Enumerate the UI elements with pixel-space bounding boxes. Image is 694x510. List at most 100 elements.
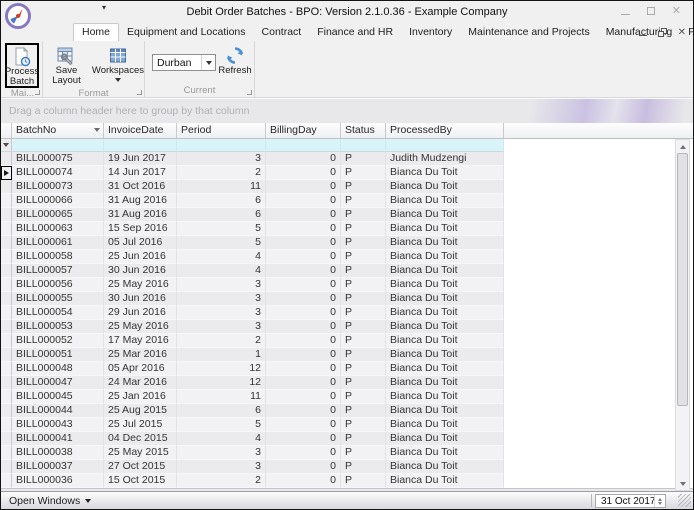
cell-status[interactable]: P	[341, 334, 386, 348]
cell-invoicedate[interactable]: 25 Mar 2016	[104, 348, 177, 362]
row-indicator-cell[interactable]	[1, 236, 12, 250]
cell-invoicedate[interactable]: 25 Jul 2015	[104, 418, 177, 432]
site-combobox[interactable]: Durban	[152, 54, 216, 71]
cell-billingday[interactable]: 0	[266, 166, 341, 180]
cell-billingday[interactable]: 0	[266, 474, 341, 488]
cell-processedby[interactable]: Bianca Du Toit	[386, 362, 504, 376]
cell-period[interactable]: 12	[177, 376, 266, 390]
vertical-scrollbar[interactable]	[675, 139, 690, 491]
cell-period[interactable]: 6	[177, 208, 266, 222]
cell-billingday[interactable]: 0	[266, 362, 341, 376]
dialog-launcher-icon[interactable]	[247, 90, 252, 95]
row-indicator-cell[interactable]	[1, 222, 12, 236]
cell-period[interactable]: 4	[177, 432, 266, 446]
table-row[interactable]: BILL00005730 Jun 201640PBianca Du Toit	[1, 264, 693, 278]
cell-billingday[interactable]: 0	[266, 152, 341, 166]
cell-processedby[interactable]: Judith Mudzengi	[386, 152, 504, 166]
row-indicator-cell[interactable]	[1, 474, 12, 488]
cell-processedby[interactable]: Bianca Du Toit	[386, 166, 504, 180]
column-header-invoicedate[interactable]: InvoiceDate	[104, 123, 177, 138]
cell-billingday[interactable]: 0	[266, 432, 341, 446]
row-indicator-cell[interactable]	[1, 348, 12, 362]
cell-status[interactable]: P	[341, 320, 386, 334]
column-filter-dropdown-icon[interactable]	[94, 128, 100, 132]
cell-period[interactable]: 4	[177, 264, 266, 278]
refresh-button[interactable]: Refresh	[218, 43, 252, 76]
cell-invoicedate[interactable]: 25 Jun 2016	[104, 250, 177, 264]
row-indicator-cell[interactable]	[1, 264, 12, 278]
cell-processedby[interactable]: Bianca Du Toit	[386, 348, 504, 362]
cell-processedby[interactable]: Bianca Du Toit	[386, 292, 504, 306]
cell-batchno[interactable]: BILL000057	[12, 264, 104, 278]
cell-status[interactable]: P	[341, 348, 386, 362]
cell-billingday[interactable]: 0	[266, 222, 341, 236]
app-logo-icon[interactable]	[5, 3, 31, 29]
filter-cell-invoicedate[interactable]	[104, 139, 177, 152]
cell-processedby[interactable]: Bianca Du Toit	[386, 446, 504, 460]
dialog-launcher-icon[interactable]	[35, 90, 40, 95]
cell-invoicedate[interactable]: 14 Jun 2017	[104, 166, 177, 180]
row-indicator-cell[interactable]	[1, 292, 12, 306]
cell-invoicedate[interactable]: 17 May 2016	[104, 334, 177, 348]
table-row[interactable]: BILL00005429 Jun 201630PBianca Du Toit	[1, 306, 693, 320]
cell-batchno[interactable]: BILL000054	[12, 306, 104, 320]
cell-batchno[interactable]: BILL000063	[12, 222, 104, 236]
cell-status[interactable]: P	[341, 250, 386, 264]
table-row[interactable]: BILL00004104 Dec 201540PBianca Du Toit	[1, 432, 693, 446]
cell-period[interactable]: 11	[177, 390, 266, 404]
cell-batchno[interactable]: BILL000073	[12, 180, 104, 194]
table-row[interactable]: BILL00005825 Jun 201640PBianca Du Toit	[1, 250, 693, 264]
dialog-launcher-icon[interactable]	[137, 90, 142, 95]
cell-billingday[interactable]: 0	[266, 194, 341, 208]
cell-billingday[interactable]: 0	[266, 404, 341, 418]
cell-batchno[interactable]: BILL000047	[12, 376, 104, 390]
cell-processedby[interactable]: Bianca Du Toit	[386, 320, 504, 334]
filter-cell-batchno[interactable]	[12, 139, 104, 152]
cell-processedby[interactable]: Bianca Du Toit	[386, 460, 504, 474]
row-indicator-cell[interactable]	[1, 194, 12, 208]
cell-period[interactable]: 5	[177, 418, 266, 432]
cell-billingday[interactable]: 0	[266, 418, 341, 432]
row-indicator-cell[interactable]	[1, 250, 12, 264]
cell-billingday[interactable]: 0	[266, 376, 341, 390]
cell-period[interactable]: 3	[177, 292, 266, 306]
cell-status[interactable]: P	[341, 362, 386, 376]
cell-billingday[interactable]: 0	[266, 334, 341, 348]
table-row[interactable]: BILL00006631 Aug 201660PBianca Du Toit	[1, 194, 693, 208]
cell-status[interactable]: P	[341, 152, 386, 166]
row-indicator-cell[interactable]	[1, 278, 12, 292]
cell-period[interactable]: 2	[177, 334, 266, 348]
cell-invoicedate[interactable]: 31 Oct 2016	[104, 180, 177, 194]
table-row[interactable]: BILL00007331 Oct 2016110PBianca Du Toit	[1, 180, 693, 194]
row-indicator-cell[interactable]	[1, 152, 12, 166]
cell-batchno[interactable]: BILL000051	[12, 348, 104, 362]
row-indicator-cell[interactable]	[1, 432, 12, 446]
column-header-status[interactable]: Status	[341, 123, 386, 138]
tab-inventory[interactable]: Inventory	[401, 24, 460, 41]
cell-billingday[interactable]: 0	[266, 278, 341, 292]
row-indicator-cell[interactable]	[1, 320, 12, 334]
cell-processedby[interactable]: Bianca Du Toit	[386, 278, 504, 292]
cell-batchno[interactable]: BILL000061	[12, 236, 104, 250]
cell-billingday[interactable]: 0	[266, 264, 341, 278]
cell-batchno[interactable]: BILL000036	[12, 474, 104, 488]
open-windows-button[interactable]: Open Windows	[9, 495, 91, 507]
cell-status[interactable]: P	[341, 390, 386, 404]
cell-billingday[interactable]: 0	[266, 306, 341, 320]
table-row[interactable]: BILL00004325 Jul 201550PBianca Du Toit	[1, 418, 693, 432]
column-header-period[interactable]: Period	[177, 123, 266, 138]
cell-period[interactable]: 2	[177, 166, 266, 180]
row-indicator-cell[interactable]	[1, 418, 12, 432]
row-indicator-cell[interactable]	[1, 376, 12, 390]
table-row[interactable]: BILL00005325 May 201630PBianca Du Toit	[1, 320, 693, 334]
resize-grip[interactable]	[678, 494, 691, 507]
cell-invoicedate[interactable]: 24 Mar 2016	[104, 376, 177, 390]
cell-invoicedate[interactable]: 27 Oct 2015	[104, 460, 177, 474]
table-row[interactable]: BILL00007519 Jun 201730PJudith Mudzengi	[1, 152, 693, 166]
cell-invoicedate[interactable]: 04 Dec 2015	[104, 432, 177, 446]
date-spinner[interactable]	[654, 495, 665, 507]
cell-processedby[interactable]: Bianca Du Toit	[386, 404, 504, 418]
mdi-minimize-icon[interactable]	[639, 35, 647, 36]
cell-processedby[interactable]: Bianca Du Toit	[386, 334, 504, 348]
cell-invoicedate[interactable]: 25 Aug 2015	[104, 404, 177, 418]
